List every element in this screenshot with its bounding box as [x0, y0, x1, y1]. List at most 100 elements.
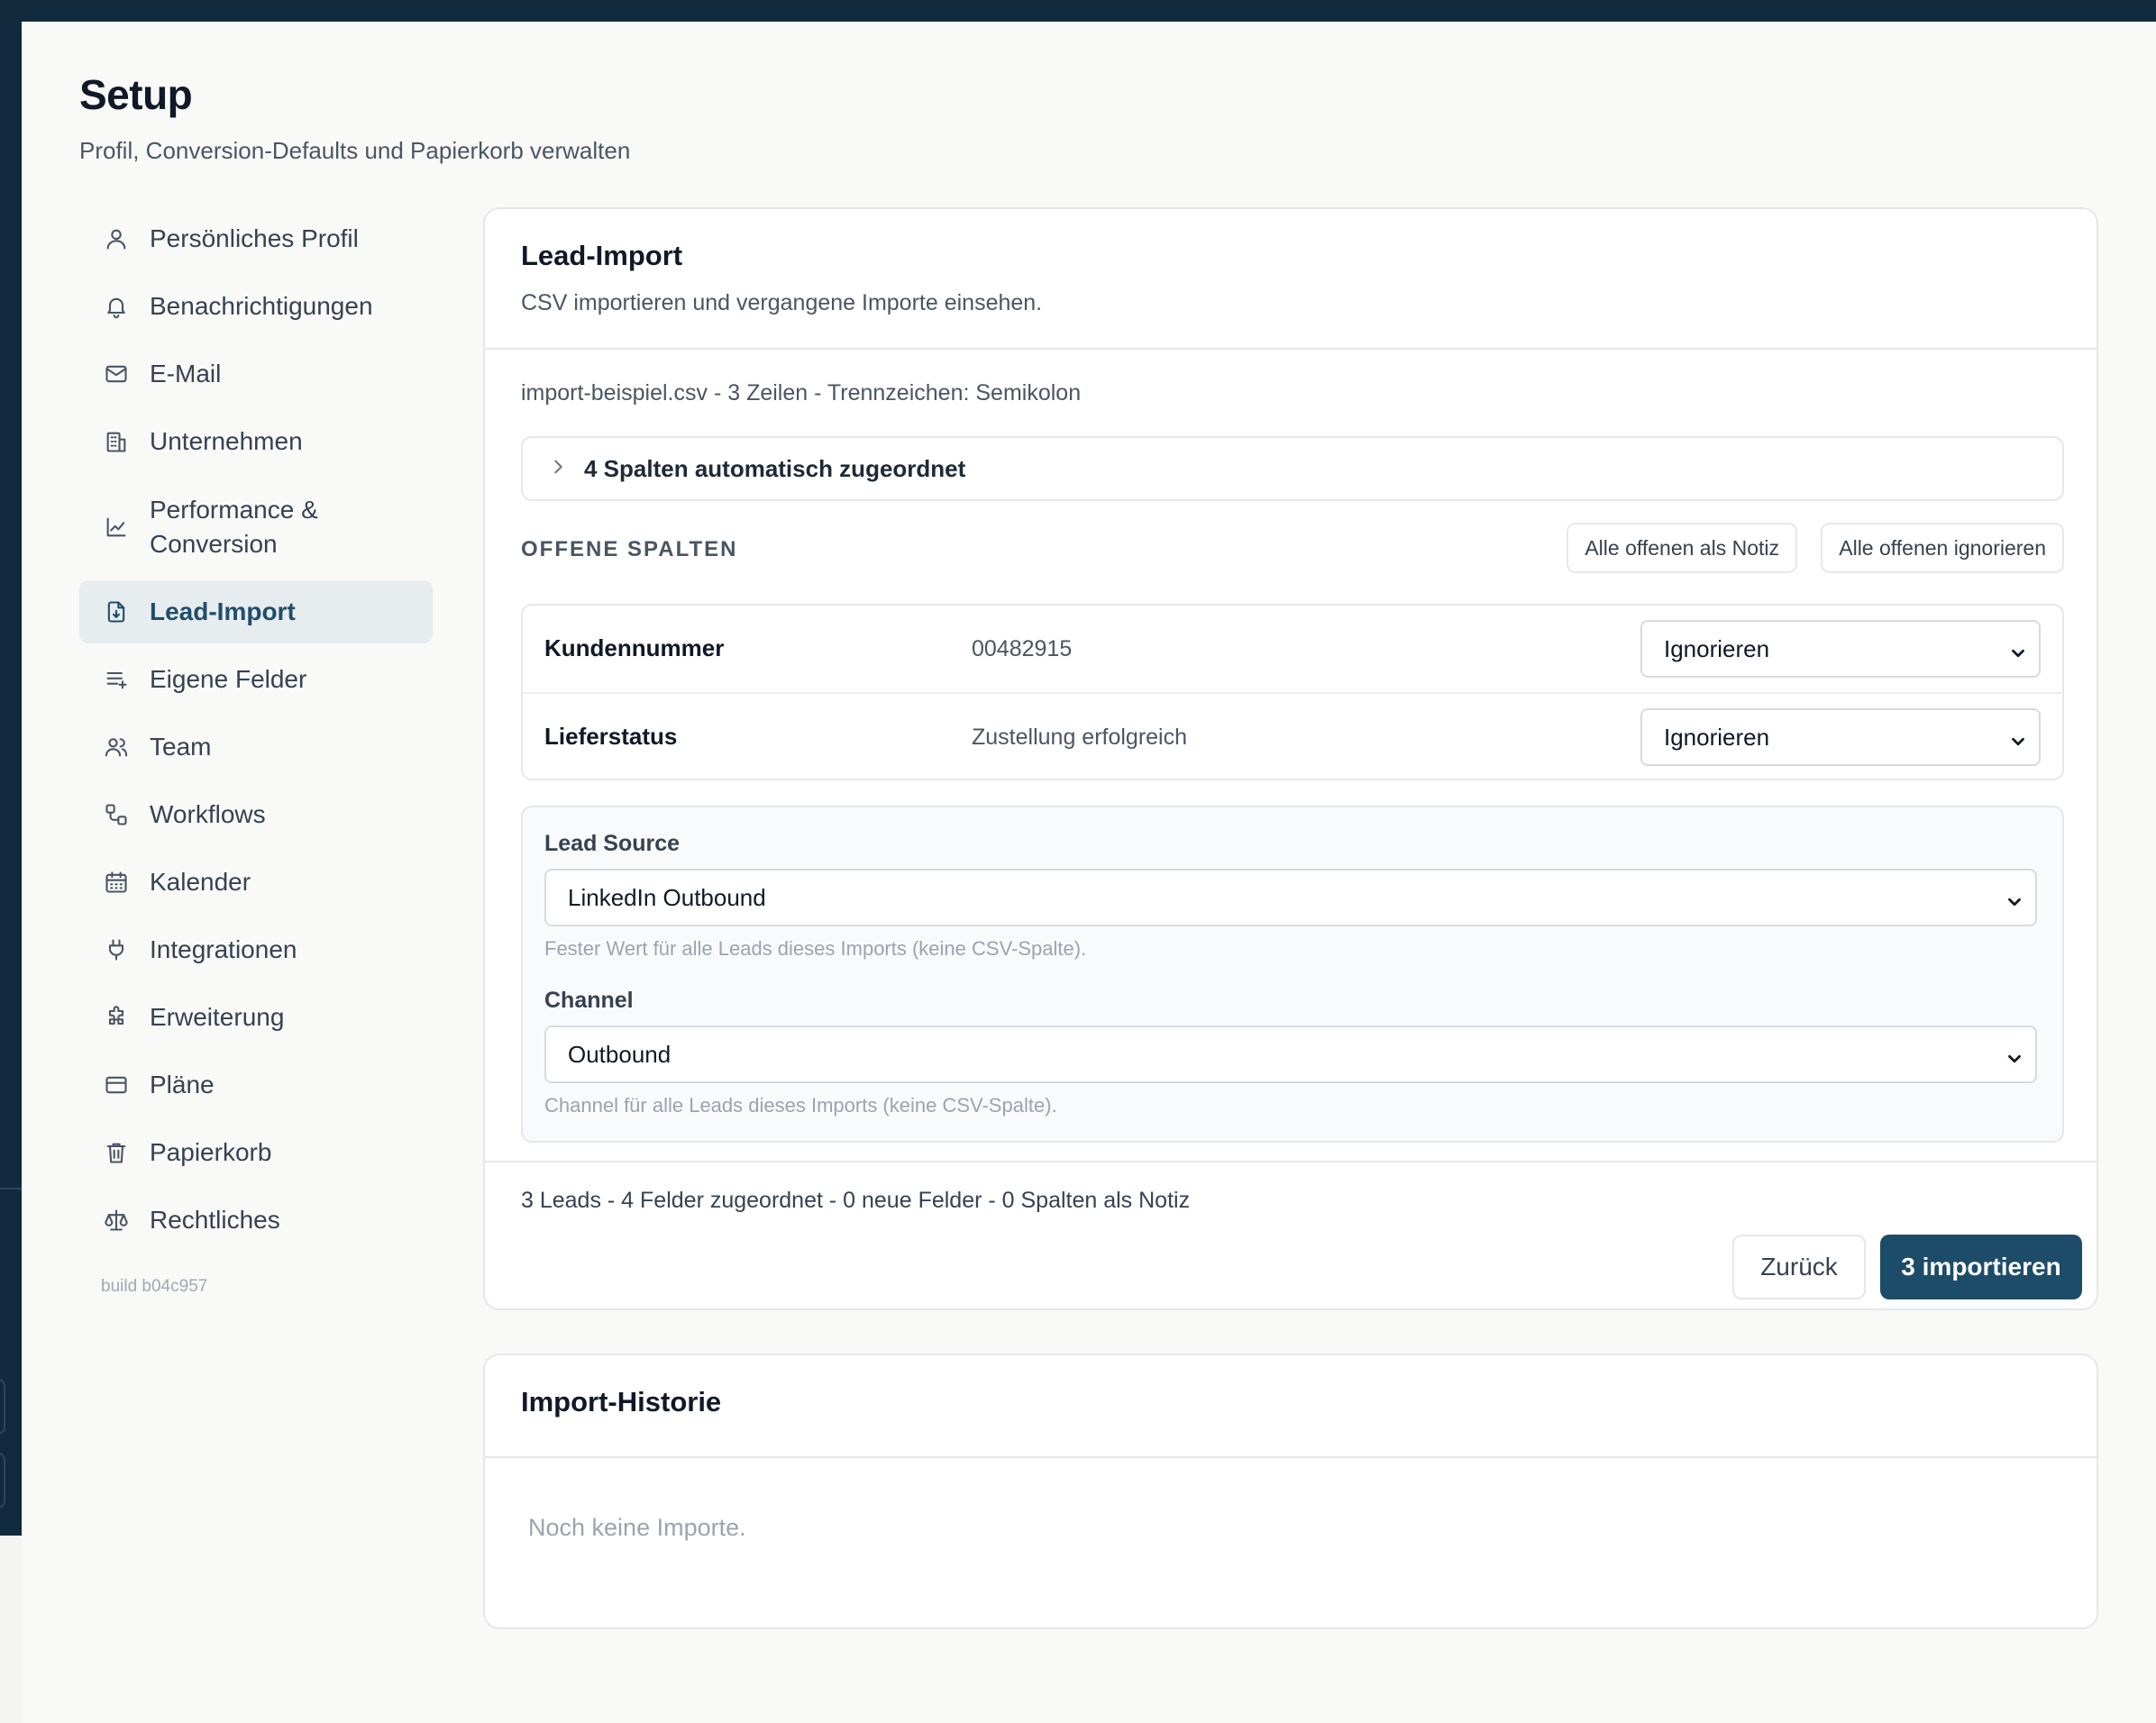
back-button[interactable]: Zurück [1732, 1235, 1866, 1299]
chevron-down-icon [2008, 642, 2028, 661]
sidebar-item-label: Pläne [150, 1071, 215, 1099]
sidebar-item-label: Persönliches Profil [150, 224, 359, 252]
left-strip-button[interactable] [0, 1453, 5, 1509]
sidebar-item-company[interactable]: Unternehmen [79, 410, 433, 473]
sidebar-item-label: Erweiterung [150, 1003, 285, 1031]
sidebar-item-label: Workflows [150, 800, 266, 828]
sidebar-item-email[interactable]: E-Mail [79, 342, 433, 406]
page-title: Setup [79, 71, 193, 118]
summary-divider [485, 1161, 2097, 1162]
user-icon [103, 225, 130, 252]
scale-icon [103, 1207, 130, 1234]
open-columns-title: OFFENE SPALTEN [521, 537, 738, 561]
sidebar-item-team[interactable]: Team [79, 716, 433, 779]
sidebar-item-label: Eigene Felder [150, 665, 307, 693]
trash-icon [103, 1139, 130, 1166]
puzzle-icon [103, 1004, 130, 1031]
sidebar-item-notifications[interactable]: Benachrichtigungen [79, 275, 433, 338]
chevron-down-icon [2005, 1047, 2024, 1067]
table-row: Lieferstatus Zustellung erfolgreich Igno… [523, 692, 2062, 779]
plug-icon [103, 936, 130, 963]
column-sample-value: 00482915 [972, 636, 1073, 661]
sidebar-item-label: E-Mail [150, 360, 222, 387]
file-info: import-beispiel.csv - 3 Zeilen - Trennze… [521, 380, 1082, 406]
column-name: Lieferstatus [544, 723, 678, 750]
all-open-as-note-button[interactable]: Alle offenen als Notiz [1567, 523, 1797, 573]
card-header: Import-Historie [485, 1355, 2097, 1458]
card-title: Lead-Import [521, 240, 683, 271]
bell-icon [103, 293, 130, 320]
empty-state-text: Noch keine Importe. [528, 1514, 746, 1541]
calendar-icon [103, 869, 130, 896]
open-columns-header: OFFENE SPALTEN Alle offenen als Notiz Al… [521, 523, 2064, 575]
page-subtitle: Profil, Conversion-Defaults und Papierko… [79, 137, 631, 164]
sidebar-item-label: Lead-Import [150, 597, 296, 625]
credit-card-icon [103, 1071, 130, 1099]
file-import-icon [103, 598, 130, 625]
sidebar-item-integrations[interactable]: Integrationen [79, 918, 433, 981]
sidebar-item-workflows[interactable]: Workflows [79, 783, 433, 846]
column-mapping-select[interactable]: Ignorieren [1640, 708, 2041, 766]
sidebar-item-calendar[interactable]: Kalender [79, 851, 433, 914]
auto-mapped-label: 4 Spalten automatisch zugeordnet [584, 454, 966, 482]
card-title: Import-Historie [521, 1386, 722, 1418]
lead-source-select[interactable]: LinkedIn Outbound [544, 869, 2037, 926]
column-sample-value: Zustellung erfolgreich [972, 725, 1188, 750]
setup-panel: Setup Profil, Conversion-Defaults und Pa… [22, 22, 2156, 1723]
chevron-down-icon [2005, 890, 2024, 910]
fixed-values-box: Lead Source LinkedIn Outbound Fester Wer… [521, 806, 2064, 1143]
page-header: Setup Profil, Conversion-Defaults und Pa… [79, 70, 630, 165]
sidebar-item-label: Integrationen [150, 935, 297, 963]
sidebar-item-profile[interactable]: Persönliches Profil [79, 207, 433, 270]
app-left-strip [0, 0, 22, 1536]
list-plus-icon [103, 666, 130, 693]
users-icon [103, 734, 130, 761]
build-version: build b04c957 [101, 1277, 208, 1296]
sidebar-item-label: Performance & Conversion [150, 496, 318, 558]
sidebar-item-label: Team [150, 733, 212, 761]
sidebar-item-lead-import[interactable]: Lead-Import [79, 580, 433, 643]
building-icon [103, 428, 130, 455]
chevron-down-icon [2008, 730, 2028, 750]
sidebar-item-extension[interactable]: Erweiterung [79, 986, 433, 1049]
select-value: LinkedIn Outbound [568, 883, 766, 911]
import-summary: 3 Leads - 4 Felder zugeordnet - 0 neue F… [521, 1188, 1191, 1213]
card-header: Lead-Import CSV importieren und vergange… [485, 209, 2097, 350]
sidebar-item-label: Unternehmen [150, 427, 303, 455]
workflow-icon [103, 801, 130, 828]
left-strip-button[interactable] [0, 1379, 5, 1435]
chevron-right-icon [548, 457, 568, 481]
left-strip-divider [0, 1188, 22, 1190]
sidebar-item-legal[interactable]: Rechtliches [79, 1189, 433, 1252]
select-value: Ignorieren [1664, 634, 1770, 662]
mail-icon [103, 360, 130, 387]
sidebar-item-plans[interactable]: Pläne [79, 1053, 433, 1117]
channel-help: Channel für alle Leads dieses Imports (k… [544, 1094, 1057, 1117]
lead-import-card: Lead-Import CSV importieren und vergange… [483, 207, 2098, 1310]
open-columns-table: Kundennummer 00482915 Ignorieren Liefers… [521, 604, 2064, 780]
channel-select[interactable]: Outbound [544, 1026, 2037, 1083]
channel-label: Channel [544, 988, 634, 1013]
sidebar-item-label: Benachrichtigungen [150, 292, 373, 320]
select-value: Ignorieren [1664, 723, 1770, 751]
column-name: Kundennummer [544, 634, 725, 661]
sidebar-item-performance[interactable]: Performance & Conversion [79, 478, 433, 577]
sidebar-item-label: Rechtliches [150, 1206, 280, 1234]
all-open-ignore-button[interactable]: Alle offenen ignorieren [1821, 523, 2064, 573]
sidebar-item-label: Kalender [150, 868, 251, 896]
app-top-bar [0, 0, 2156, 22]
column-mapping-select[interactable]: Ignorieren [1640, 620, 2041, 678]
sidebar-item-trash[interactable]: Papierkorb [79, 1121, 433, 1184]
card-description: CSV importieren und vergangene Importe e… [521, 290, 1043, 315]
import-button[interactable]: 3 importieren [1880, 1235, 2082, 1299]
import-history-card: Import-Historie Noch keine Importe. [483, 1354, 2098, 1629]
select-value: Outbound [568, 1040, 671, 1068]
lead-source-label: Lead Source [544, 831, 681, 856]
sidebar-item-custom-fields[interactable]: Eigene Felder [79, 648, 433, 711]
table-row: Kundennummer 00482915 Ignorieren [523, 606, 2062, 694]
auto-mapped-columns-toggle[interactable]: 4 Spalten automatisch zugeordnet [521, 436, 2064, 501]
chart-line-icon [103, 514, 130, 541]
lead-source-help: Fester Wert für alle Leads dieses Import… [544, 937, 1087, 960]
settings-sidebar: Persönliches Profil Benachrichtigungen E… [79, 207, 433, 1297]
sidebar-item-label: Papierkorb [150, 1138, 272, 1166]
